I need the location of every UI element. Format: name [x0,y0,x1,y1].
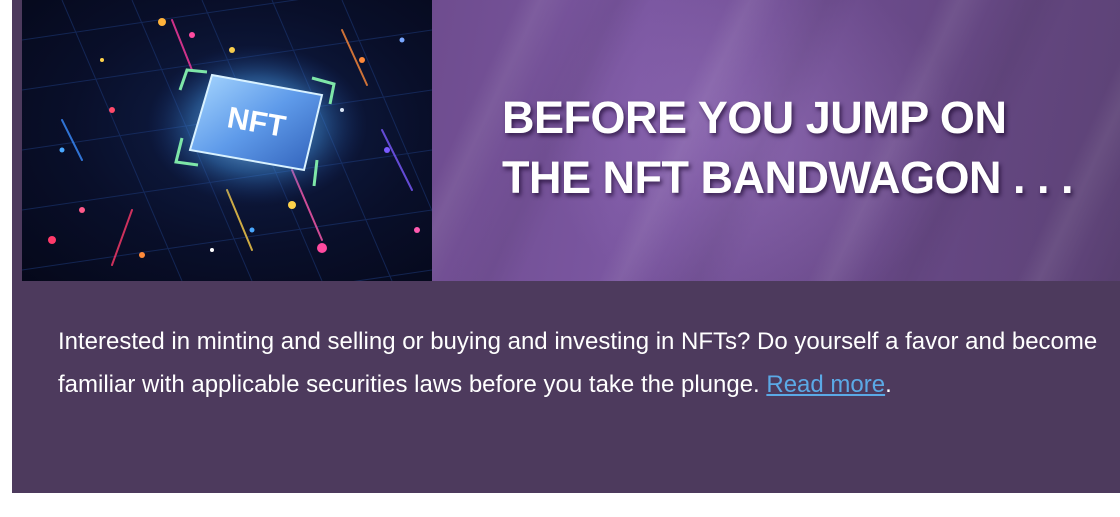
nft-chip-illustration: NFT [22,0,432,281]
newsletter-card: NFT BEFORE YOU JUMP ON THE NFT BANDWAGON… [12,0,1120,493]
read-more-link[interactable]: Read more [766,371,885,398]
headline-line-1: BEFORE YOU JUMP ON [502,92,1007,143]
article-summary-text: Interested in minting and selling or buy… [58,328,1098,398]
article-summary: Interested in minting and selling or buy… [58,320,1098,406]
headline-line-2: THE NFT BANDWAGON . . . [502,152,1073,203]
banner-headline: BEFORE YOU JUMP ON THE NFT BANDWAGON . .… [502,88,1117,208]
banner: NFT BEFORE YOU JUMP ON THE NFT BANDWAGON… [22,0,1120,281]
nft-chip-image: NFT [22,0,432,281]
article-summary-end: . [885,371,892,398]
